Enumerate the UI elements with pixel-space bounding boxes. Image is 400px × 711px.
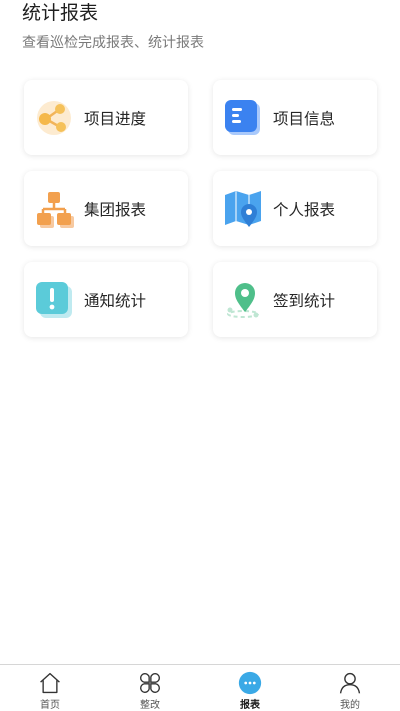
card-label: 通知统计	[84, 291, 147, 310]
card-label: 项目进度	[84, 109, 147, 128]
tab-mine[interactable]: 我的	[300, 665, 400, 711]
page-title: 统计报表	[22, 2, 99, 24]
tab-label: 报表	[240, 700, 260, 711]
card-group-report[interactable]: 集团报表	[24, 171, 188, 246]
map-pin-icon	[225, 190, 261, 227]
tab-label: 我的	[340, 700, 360, 711]
document-info-icon	[225, 99, 260, 135]
tab-rectify[interactable]: 整改	[100, 665, 200, 711]
clover-icon	[140, 673, 160, 693]
card-label: 个人报表	[273, 200, 336, 219]
tab-label: 首页	[40, 700, 60, 711]
notice-exclamation-icon	[36, 281, 72, 318]
card-checkin-stats[interactable]: 签到统计	[213, 262, 377, 337]
report-grid: 项目进度 项目信息 集团报表 个人报表 通知统计 签到统计	[24, 80, 377, 337]
page-header: 统计报表 查看巡检完成报表、统计报表	[22, 0, 204, 53]
card-label: 项目信息	[273, 109, 336, 128]
card-project-info[interactable]: 项目信息	[213, 80, 377, 155]
card-label: 集团报表	[84, 200, 147, 219]
home-icon	[40, 672, 60, 694]
tab-label: 整改	[140, 700, 160, 711]
tab-reports[interactable]: 报表	[200, 665, 300, 711]
org-chart-icon	[37, 191, 74, 228]
chat-dots-icon	[238, 671, 262, 695]
checkin-location-icon	[227, 282, 259, 318]
bottom-tab-bar: 首页 整改 报表 我的	[0, 664, 400, 711]
card-project-progress[interactable]: 项目进度	[24, 80, 188, 155]
card-label: 签到统计	[273, 291, 336, 310]
progress-share-icon	[37, 100, 71, 135]
user-icon	[339, 672, 361, 694]
tab-home[interactable]: 首页	[0, 665, 100, 711]
page-subtitle: 查看巡检完成报表、统计报表	[22, 35, 204, 51]
card-notice-stats[interactable]: 通知统计	[24, 262, 188, 337]
card-personal-report[interactable]: 个人报表	[213, 171, 377, 246]
